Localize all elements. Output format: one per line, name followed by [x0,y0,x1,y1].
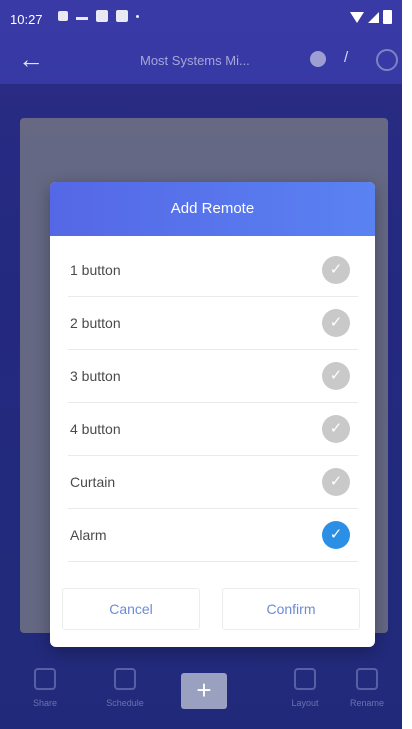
rename-icon [356,668,378,690]
add-remote-dialog: Add Remote 1 button ✓ 2 button ✓ 3 butto… [50,182,375,647]
option-label: 2 button [70,315,121,331]
option-3-button[interactable]: 3 button ✓ [68,350,358,403]
dialog-actions: Cancel Confirm [62,588,362,630]
status-notification-icons [58,10,139,22]
nav-item-rename[interactable]: Rename [342,668,392,708]
app-screen: 10:27 ← Most Systems Mi... / Share Sched [0,0,402,729]
check-icon[interactable]: ✓ [322,256,350,284]
option-2-button[interactable]: 2 button ✓ [68,297,358,350]
status-bar: 10:27 [0,0,402,38]
check-icon[interactable]: ✓ [322,415,350,443]
settings-icon[interactable] [310,51,326,67]
option-label: Alarm [70,527,107,543]
nav-item-share[interactable]: Share [20,668,70,708]
confirm-button[interactable]: Confirm [222,588,360,630]
check-icon[interactable]: ✓ [322,362,350,390]
share-icon [34,668,56,690]
bottom-nav: Share Schedule + Layout Rename [0,650,402,729]
nav-label: Share [32,698,58,708]
option-label: 4 button [70,421,121,437]
status-time: 10:27 [10,12,43,27]
nav-item-schedule[interactable]: Schedule [100,668,150,708]
option-label: 1 button [70,262,121,278]
option-label: Curtain [70,474,116,490]
battery-icon [383,10,392,24]
option-4-button[interactable]: 4 button ✓ [68,403,358,456]
back-arrow-icon[interactable]: ← [18,44,44,74]
notification-icon [136,14,139,18]
add-button[interactable]: + [181,673,227,709]
nav-label: Layout [291,698,319,708]
wifi-icon [350,11,364,23]
option-alarm[interactable]: Alarm ✓ [68,509,358,562]
status-system-icons [350,10,392,24]
page-title: Most Systems Mi... [140,53,250,68]
notification-icon [76,16,88,20]
schedule-icon [114,668,136,690]
option-label: 3 button [70,368,121,384]
edit-icon[interactable]: / [344,49,348,66]
app-bar: ← Most Systems Mi... / [0,38,402,84]
notification-icon [116,10,128,22]
check-icon[interactable]: ✓ [322,309,350,337]
status-circle-icon[interactable] [376,49,398,71]
nav-label: Rename [349,698,385,708]
notification-icon [58,11,68,21]
layout-icon [294,668,316,690]
nav-item-layout[interactable]: Layout [280,668,330,708]
option-1-button[interactable]: 1 button ✓ [68,244,358,297]
dialog-title: Add Remote [50,182,375,236]
check-icon[interactable]: ✓ [322,468,350,496]
signal-icon [368,11,379,23]
nav-label: Schedule [106,698,144,708]
check-icon[interactable]: ✓ [322,521,350,549]
notification-icon [96,10,108,22]
cancel-button[interactable]: Cancel [62,588,200,630]
option-curtain[interactable]: Curtain ✓ [68,456,358,509]
